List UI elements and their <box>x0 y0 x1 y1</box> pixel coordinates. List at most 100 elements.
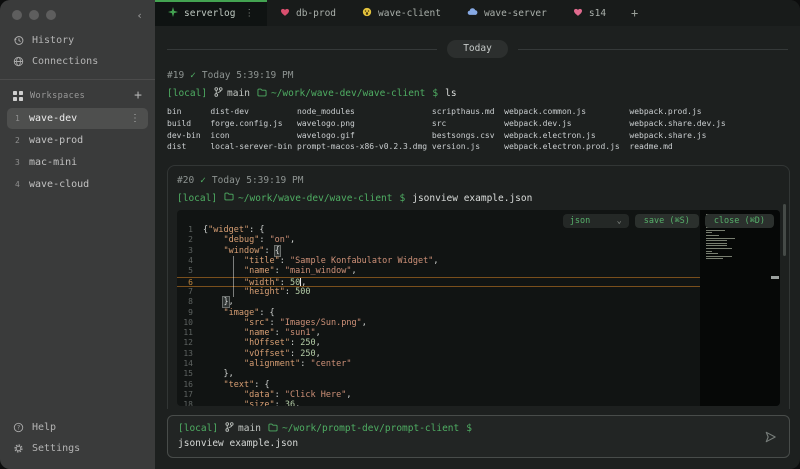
tab-wave-client[interactable]: wave-client <box>349 0 454 26</box>
command-output: bin dist-dev node_modules scripthaus.md … <box>167 106 792 153</box>
workspace-item-wave-dev[interactable]: 1 wave-dev ⋮ <box>7 108 148 129</box>
sidebar-item-label: Help <box>32 422 56 433</box>
line-content: "window": { <box>203 246 280 256</box>
line-number: 14 <box>177 359 203 369</box>
editor-line-18: 18 "size": 36, <box>177 400 700 406</box>
terminal-scrollback[interactable]: Today #19 ✓ Today 5:39:19 PM [local]main… <box>155 26 800 409</box>
gear-icon <box>13 443 24 454</box>
window-minimize-button[interactable] <box>29 10 39 20</box>
minimap-line <box>706 253 718 254</box>
editor-line-9: 9 "image": { <box>177 308 700 318</box>
scroll-position-marker <box>771 276 779 279</box>
folder-icon <box>268 423 278 435</box>
branch-name: main <box>238 423 261 434</box>
minimap-line <box>706 243 727 244</box>
new-tab-button[interactable]: + <box>619 0 650 26</box>
command-block-20[interactable]: #20 ✓ Today 5:39:19 PM [local]~/work/wav… <box>167 165 790 409</box>
tab-wave-server[interactable]: wave-server <box>454 0 560 26</box>
folder-icon <box>257 88 267 100</box>
window-zoom-button[interactable] <box>46 10 56 20</box>
workspace-number: 1 <box>15 114 21 123</box>
success-check-icon: ✓ <box>190 70 196 81</box>
send-icon[interactable] <box>763 429 778 444</box>
date-pill: Today <box>447 40 508 58</box>
prompt-line: [local]main~/work/wave-dev/wave-client$l… <box>167 87 792 100</box>
workspace-list: 1 wave-dev ⋮ 2wave-prod 3 mac-mini 4wave-cloud <box>0 107 155 196</box>
prompt-line: [local]~/work/wave-dev/wave-client$jsonv… <box>177 192 780 204</box>
tab-serverlog[interactable]: serverlog ⋮ <box>155 0 267 26</box>
workspaces-grid-icon <box>13 91 23 101</box>
language-mode-select[interactable]: json ⌄ <box>563 214 629 228</box>
code-area[interactable]: 1{"widget": {2 "debug": "on",3 "window":… <box>177 225 700 406</box>
tab-db-prod[interactable]: db-prod <box>267 0 349 26</box>
tab-label: serverlog <box>184 8 235 19</box>
workspace-label: mac-mini <box>29 157 77 168</box>
minimap-line <box>706 230 725 231</box>
main-area: serverlog ⋮ db-prod wave-client wave-server s… <box>155 0 800 469</box>
sidebar-item-settings[interactable]: Settings <box>0 438 155 459</box>
sidebar-item-history[interactable]: History <box>0 30 155 51</box>
editor-scrollbar[interactable] <box>770 210 780 406</box>
line-number: 2 <box>177 235 203 245</box>
editor-line-4: 4 "title": "Sample Konfabulator Widget", <box>177 256 700 266</box>
workspace-item-wave-cloud[interactable]: 4wave-cloud <box>7 174 148 195</box>
sidebar-item-help[interactable]: ? Help <box>0 417 155 438</box>
command-input-text[interactable]: jsonview example.json <box>178 438 755 449</box>
line-content: "height": 500 <box>203 287 311 297</box>
workspace-number: 3 <box>15 158 21 167</box>
workspace-label: wave-prod <box>29 135 83 146</box>
workspace-item-wave-prod[interactable]: 2wave-prod <box>7 130 148 151</box>
sidebar-spacer <box>0 196 155 417</box>
line-number: 16 <box>177 380 203 390</box>
line-content: "text": { <box>203 380 270 390</box>
line-number: 18 <box>177 400 203 406</box>
block-number: #20 <box>177 175 194 186</box>
minimap-line <box>706 245 727 246</box>
workspace-menu-icon[interactable]: ⋮ <box>130 113 140 124</box>
editor-minimap[interactable] <box>700 210 770 406</box>
line-content: "size": 36, <box>203 400 300 406</box>
workspace-label: wave-dev <box>29 113 77 124</box>
close-button[interactable]: close (⌘D) <box>705 214 774 228</box>
input-prompt-line: [local]main~/work/prompt-dev/prompt-clie… <box>178 422 755 435</box>
editor-toolbar: json ⌄ save (⌘S) close (⌘D) <box>563 214 774 228</box>
workspace-item-mac-mini[interactable]: 3 mac-mini <box>7 152 148 173</box>
editor-line-2: 2 "debug": "on", <box>177 235 700 245</box>
prompt-symbol: $ <box>432 88 438 99</box>
json-editor[interactable]: json ⌄ save (⌘S) close (⌘D) 1{"widget": … <box>177 210 780 406</box>
block-number: #19 <box>167 70 184 81</box>
command-block-19: #19 ✓ Today 5:39:19 PM [local]main~/work… <box>167 70 792 153</box>
command-input-box[interactable]: [local]main~/work/prompt-dev/prompt-clie… <box>167 415 790 458</box>
tab-menu-icon[interactable]: ⋮ <box>244 8 254 19</box>
tab-label: wave-client <box>378 8 441 19</box>
sidebar-divider <box>0 79 155 80</box>
minimap-line <box>706 248 732 249</box>
line-content: "width": 50, <box>203 278 306 286</box>
window-close-button[interactable] <box>12 10 22 20</box>
prompt-command: jsonview example.json <box>412 193 532 204</box>
active-indent-guide <box>233 256 234 297</box>
editor-line-14: 14 "alignment": "center" <box>177 359 700 369</box>
editor-line-5: 5 "name": "main_window", <box>177 266 700 276</box>
git-branch-icon <box>225 422 234 435</box>
editor-line-8: 8 }, <box>177 297 700 307</box>
tab-s14[interactable]: s14 <box>560 0 619 26</box>
line-content: "src": "Images/Sun.png", <box>203 318 367 328</box>
prompt-cwd: ~/work/wave-dev/wave-client <box>224 192 392 204</box>
add-workspace-button[interactable]: + <box>134 91 142 101</box>
line-number: 6 <box>177 278 203 286</box>
sparkle-icon <box>168 7 178 20</box>
prompt-host: [local] <box>167 88 207 99</box>
prompt-cwd: ~/work/prompt-dev/prompt-client <box>268 423 459 435</box>
block-header: #19 ✓ Today 5:39:19 PM <box>167 70 792 81</box>
history-icon <box>13 35 24 46</box>
line-content: "alignment": "center" <box>203 359 351 369</box>
line-content: "data": "Click Here", <box>203 390 351 400</box>
block-header: #20 ✓ Today 5:39:19 PM <box>177 175 780 186</box>
sidebar-collapse-icon[interactable]: ‹ <box>136 9 143 22</box>
tab-label: s14 <box>589 8 606 19</box>
sidebar-item-connections[interactable]: Connections <box>0 51 155 72</box>
connections-icon <box>13 56 24 67</box>
block-scrollbar-thumb[interactable] <box>783 204 786 256</box>
save-button[interactable]: save (⌘S) <box>635 214 699 228</box>
